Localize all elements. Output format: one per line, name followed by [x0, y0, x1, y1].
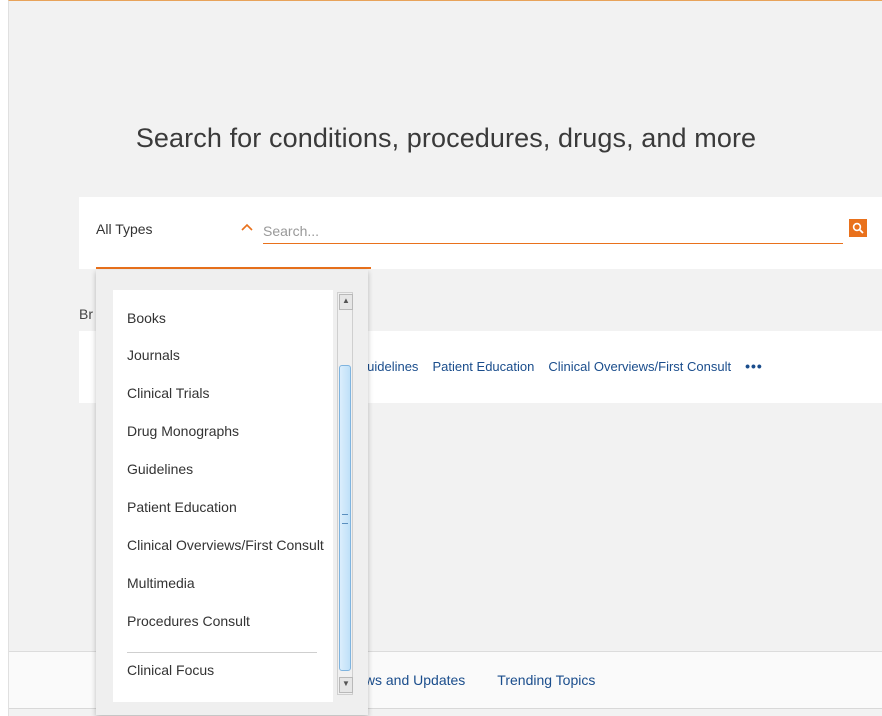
search-input[interactable] [263, 219, 843, 244]
search-button[interactable] [849, 219, 867, 237]
scroll-down-arrow-icon[interactable]: ▼ [339, 677, 353, 693]
dropdown-item-journals[interactable]: Journals [127, 347, 180, 363]
browse-link-patient-education[interactable]: Patient Education [432, 359, 534, 374]
footer-links: News and Updates Trending Topics [347, 672, 595, 688]
dropdown-item-drug-monographs[interactable]: Drug Monographs [127, 423, 239, 439]
scrollbar-thumb[interactable] [339, 365, 351, 671]
dropdown-item-patient-education[interactable]: Patient Education [127, 499, 237, 515]
type-select-underline [96, 267, 371, 269]
footer-link-trending[interactable]: Trending Topics [497, 672, 595, 688]
browse-links: Guidelines Patient Education Clinical Ov… [357, 358, 763, 374]
dropdown-item-procedures-consult[interactable]: Procedures Consult [127, 613, 250, 629]
type-select-label: All Types [96, 221, 153, 237]
chevron-up-icon [241, 219, 253, 235]
type-select[interactable]: All Types [96, 221, 256, 243]
dropdown-item-clinical-overviews[interactable]: Clinical Overviews/First Consult [127, 537, 324, 553]
dropdown-item-multimedia[interactable]: Multimedia [127, 575, 195, 591]
dropdown-item-guidelines[interactable]: Guidelines [127, 461, 193, 477]
type-dropdown-list: Books Journals Clinical Trials Drug Mono… [113, 290, 333, 702]
browse-link-clinical-overviews[interactable]: Clinical Overviews/First Consult [548, 359, 731, 374]
page-title: Search for conditions, procedures, drugs… [135, 123, 757, 153]
dropdown-separator [127, 652, 317, 653]
type-dropdown: Books Journals Clinical Trials Drug Mono… [96, 270, 368, 715]
dropdown-scrollbar[interactable]: ▲ ▼ [337, 292, 353, 695]
dropdown-item-clinical-trials[interactable]: Clinical Trials [127, 385, 209, 401]
search-card: All Types [79, 197, 882, 269]
dropdown-item-books[interactable]: Books [127, 310, 166, 326]
more-icon[interactable]: ••• [745, 358, 763, 374]
search-icon [852, 222, 864, 234]
browse-label: Br [79, 306, 93, 322]
dropdown-item-clinical-focus[interactable]: Clinical Focus [127, 662, 214, 678]
grip-icon [342, 514, 348, 524]
scroll-up-arrow-icon[interactable]: ▲ [339, 294, 353, 310]
